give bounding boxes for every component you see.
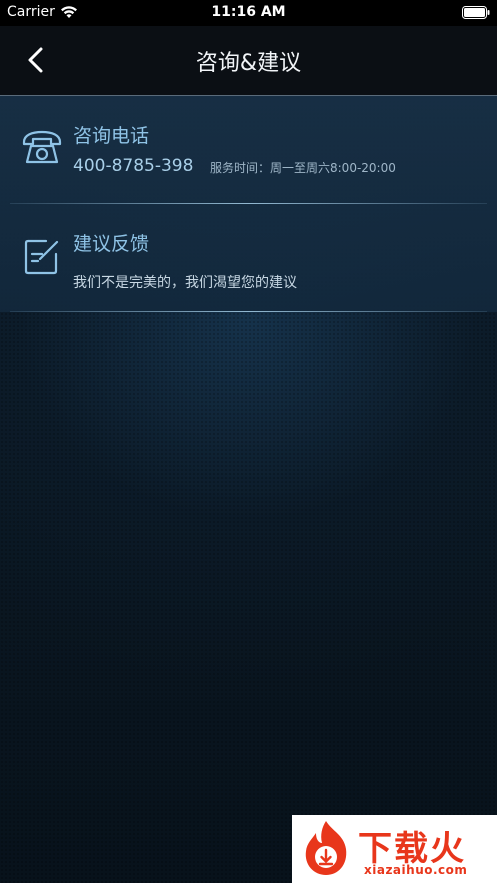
divider bbox=[10, 311, 487, 312]
flame-logo-icon bbox=[305, 821, 347, 875]
watermark: 下载火 xiazaihuo.com bbox=[292, 815, 497, 883]
feedback-subtitle: 我们不是完美的，我们渴望您的建议 bbox=[73, 275, 297, 291]
list-item-hotline[interactable]: 咨询电话 400-8785-398 服务时间：周一至周六8:00-20:00 bbox=[0, 96, 497, 203]
battery-icon bbox=[462, 6, 490, 19]
screen: Carrier 11:16 AM 咨询&建议 咨询电话 400-8785-398… bbox=[0, 0, 497, 883]
telephone-icon bbox=[22, 130, 62, 164]
edit-note-icon bbox=[24, 239, 59, 275]
feedback-title: 建议反馈 bbox=[73, 233, 150, 255]
options-list: 咨询电话 400-8785-398 服务时间：周一至周六8:00-20:00 建… bbox=[0, 96, 497, 312]
service-hours: 服务时间：周一至周六8:00-20:00 bbox=[210, 161, 396, 175]
list-item-feedback[interactable]: 建议反馈 我们不是完美的，我们渴望您的建议 bbox=[0, 204, 497, 311]
hotline-number[interactable]: 400-8785-398 bbox=[73, 156, 193, 176]
nav-bar: 咨询&建议 bbox=[0, 26, 497, 96]
page-title: 咨询&建议 bbox=[195, 51, 302, 76]
status-bar: Carrier 11:16 AM bbox=[0, 0, 497, 26]
hotline-title: 咨询电话 bbox=[73, 125, 150, 147]
clock: 11:16 AM bbox=[211, 4, 286, 20]
watermark-url: xiazaihuo.com bbox=[364, 863, 468, 877]
